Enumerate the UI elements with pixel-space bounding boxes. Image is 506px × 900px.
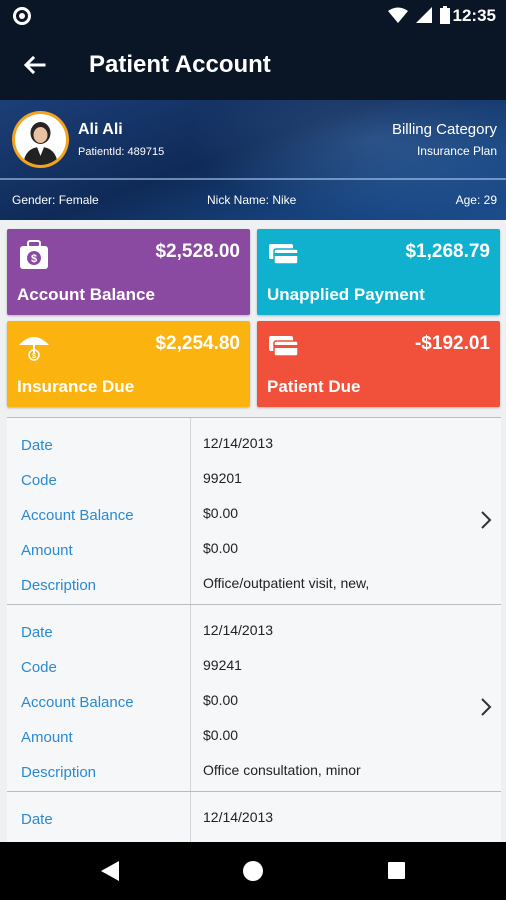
- patient-due-label: Patient Due: [267, 377, 361, 396]
- card-stack-icon: [269, 336, 299, 357]
- description-label: Description: [21, 764, 97, 781]
- patient-name: Ali Ali: [78, 121, 123, 138]
- date-label: Date: [21, 437, 53, 454]
- code-label: Code: [21, 472, 57, 489]
- account-balance-card[interactable]: $ $2,528.00 Account Balance: [7, 229, 250, 315]
- insurance-due-label: Insurance Due: [17, 377, 135, 396]
- patient-details-row: Gender: Female Nick Name: Nike Age: 29: [0, 180, 506, 220]
- date-label: Date: [21, 624, 53, 641]
- transaction-balance-row: Account Balance $0.00: [21, 505, 461, 542]
- date-value: 12/14/2013: [203, 622, 274, 638]
- avatar-image: [15, 114, 66, 165]
- account-balance-label: Account Balance: [17, 285, 155, 304]
- transaction-date-row: Date 12/14/2013: [21, 435, 461, 472]
- patient-header: Ali Ali PatientId: 489715 Billing Catego…: [0, 100, 506, 220]
- date-value: 12/14/2013: [203, 435, 274, 451]
- description-label: Description: [21, 577, 97, 594]
- amount-label: Amount: [21, 542, 73, 559]
- amount-label: Amount: [21, 729, 73, 746]
- transaction-balance-row: Account Balance $0.00: [21, 692, 461, 729]
- unapplied-payment-card[interactable]: $1,268.79 Unapplied Payment: [257, 229, 500, 315]
- transaction-date-row: Date 12/14/2013: [21, 622, 461, 659]
- insurance-due-card[interactable]: $ $2,254.80 Insurance Due: [7, 321, 250, 407]
- umbrella-icon: $: [19, 337, 49, 361]
- transaction-item[interactable]: Date 12/14/2013 Code 99201 Account Balan…: [7, 417, 501, 604]
- insurance-due-amount: $2,254.80: [155, 333, 240, 354]
- transaction-item[interactable]: Date 12/14/2013 Code 99241 Account Balan…: [7, 604, 501, 791]
- transaction-code-row: Code 99241: [21, 657, 461, 694]
- app-bar: Patient Account: [0, 32, 506, 100]
- billing-category: Billing Category: [391, 121, 497, 138]
- date-value: 12/14/2013: [203, 809, 274, 825]
- status-time: 12:35: [452, 6, 496, 25]
- amount-value: $0.00: [203, 727, 239, 743]
- system-nav-bar: [0, 842, 506, 900]
- insurance-plan: Insurance Plan: [416, 144, 497, 158]
- account-balance-label: Account Balance: [21, 507, 134, 524]
- page-title: Patient Account: [89, 51, 271, 78]
- code-value: 99201: [203, 470, 242, 486]
- notification-dot-icon: [13, 7, 31, 25]
- patient-gender: Gender: Female: [12, 193, 99, 207]
- nav-home-icon[interactable]: [243, 861, 263, 881]
- status-bar: 12:35: [0, 0, 506, 32]
- avatar: [12, 111, 69, 168]
- transaction-item[interactable]: Date 12/14/2013: [7, 791, 501, 842]
- patient-due-card[interactable]: -$192.01 Patient Due: [257, 321, 500, 407]
- transaction-code-row: Code 99201: [21, 470, 461, 507]
- svg-text:$: $: [31, 253, 37, 265]
- unapplied-payment-label: Unapplied Payment: [267, 285, 425, 304]
- date-label: Date: [21, 811, 53, 828]
- chevron-right-icon[interactable]: [479, 510, 493, 530]
- status-icons: [388, 6, 450, 24]
- chevron-right-icon[interactable]: [479, 697, 493, 717]
- unapplied-payment-amount: $1,268.79: [405, 241, 490, 262]
- account-balance-label: Account Balance: [21, 694, 134, 711]
- signal-icon: [416, 7, 432, 23]
- patient-id: PatientId: 489715: [78, 146, 165, 158]
- patient-due-amount: -$192.01: [414, 333, 490, 354]
- card-stack-icon: [269, 244, 299, 265]
- account-balance-amount: $2,528.00: [155, 241, 240, 262]
- nav-recents-icon[interactable]: [388, 862, 405, 879]
- description-value: Office consultation, minor: [203, 762, 361, 778]
- patient-nick-name: Nick Name: Nike: [207, 193, 297, 207]
- wifi-icon: [388, 7, 408, 23]
- account-balance-value: $0.00: [203, 505, 239, 521]
- transaction-amount-row: Amount $0.00: [21, 727, 461, 764]
- transaction-amount-row: Amount $0.00: [21, 540, 461, 577]
- battery-icon: [440, 6, 450, 24]
- back-arrow-icon[interactable]: [18, 50, 50, 82]
- nav-back-icon[interactable]: [101, 861, 119, 881]
- svg-text:$: $: [32, 353, 36, 360]
- description-value: Office/outpatient visit, new,: [203, 575, 370, 591]
- account-balance-value: $0.00: [203, 692, 239, 708]
- transaction-date-row: Date 12/14/2013: [21, 809, 461, 846]
- money-bag-icon: $: [20, 240, 48, 269]
- code-label: Code: [21, 659, 57, 676]
- amount-value: $0.00: [203, 540, 239, 556]
- patient-age: Age: 29: [455, 193, 497, 207]
- code-value: 99241: [203, 657, 242, 673]
